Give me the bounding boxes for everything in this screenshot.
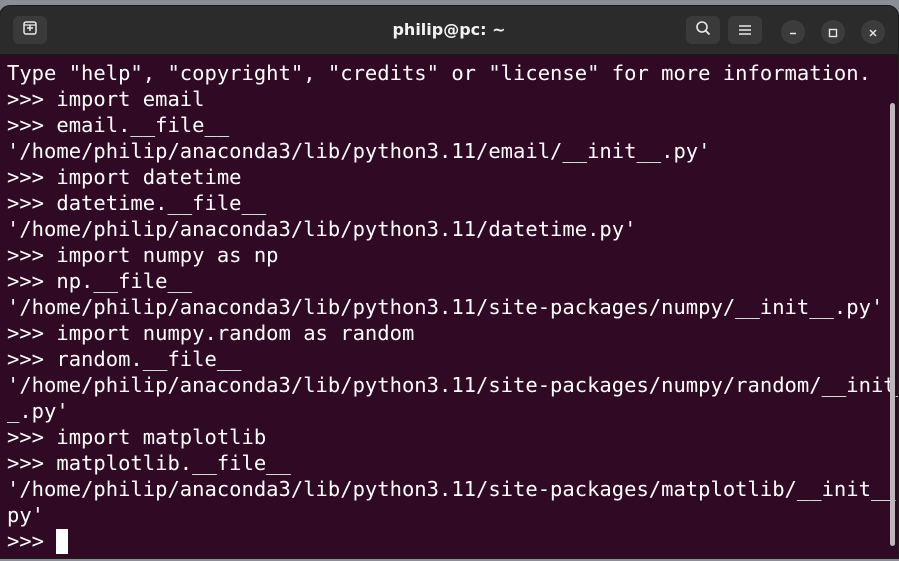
terminal-line: '/home/philip/anaconda3/lib/python3.11/s…	[7, 477, 898, 501]
terminal-line: '/home/philip/anaconda3/lib/python3.11/e…	[7, 139, 711, 163]
close-button[interactable]	[861, 20, 885, 44]
terminal-line: '/home/philip/anaconda3/lib/python3.11/d…	[7, 217, 637, 241]
scrollbar-thumb[interactable]	[890, 103, 895, 546]
search-icon	[695, 20, 711, 40]
terminal-line: >>> import email	[7, 87, 205, 111]
terminal-line: >>> matplotlib.__file__	[7, 451, 291, 475]
window-title: philip@pc: ~	[392, 20, 506, 39]
terminal-line: >>> random.__file__	[7, 347, 242, 371]
terminal-line: >>> import numpy as np	[7, 243, 279, 267]
terminal-line: '/home/philip/anaconda3/lib/python3.11/s…	[7, 295, 884, 319]
close-icon	[868, 23, 878, 42]
text-cursor	[56, 528, 69, 554]
terminal-line: '/home/philip/anaconda3/lib/python3.11/s…	[7, 373, 898, 397]
titlebar: philip@pc: ~	[0, 6, 898, 55]
terminal-line: >>> np.__file__	[7, 269, 193, 293]
minimize-button[interactable]	[781, 20, 805, 44]
terminal-line: py'	[7, 503, 45, 527]
terminal-line: >>> import matplotlib	[7, 425, 267, 449]
scrollbar[interactable]	[888, 55, 898, 558]
maximize-button[interactable]	[821, 20, 845, 44]
terminal-line: Type "help", "copyright", "credits" or "…	[7, 61, 871, 85]
terminal-output[interactable]: Type "help", "copyright", "credits" or "…	[0, 55, 898, 558]
menu-button[interactable]	[728, 16, 762, 44]
prompt: >>>	[7, 529, 57, 553]
hamburger-menu-icon	[738, 21, 752, 40]
prompt-line[interactable]: >>>	[7, 528, 888, 554]
terminal-line: >>> email.__file__	[7, 113, 230, 137]
terminal-line: >>> import datetime	[7, 165, 242, 189]
terminal-window: philip@pc: ~ Type "help", "copyright", "…	[0, 6, 898, 558]
terminal-line: _.py'	[7, 399, 69, 423]
maximize-icon	[828, 23, 838, 42]
minimize-icon	[788, 23, 798, 42]
terminal-line: >>> datetime.__file__	[7, 191, 267, 215]
terminal-line: >>> import numpy.random as random	[7, 321, 415, 345]
search-button[interactable]	[686, 16, 720, 44]
